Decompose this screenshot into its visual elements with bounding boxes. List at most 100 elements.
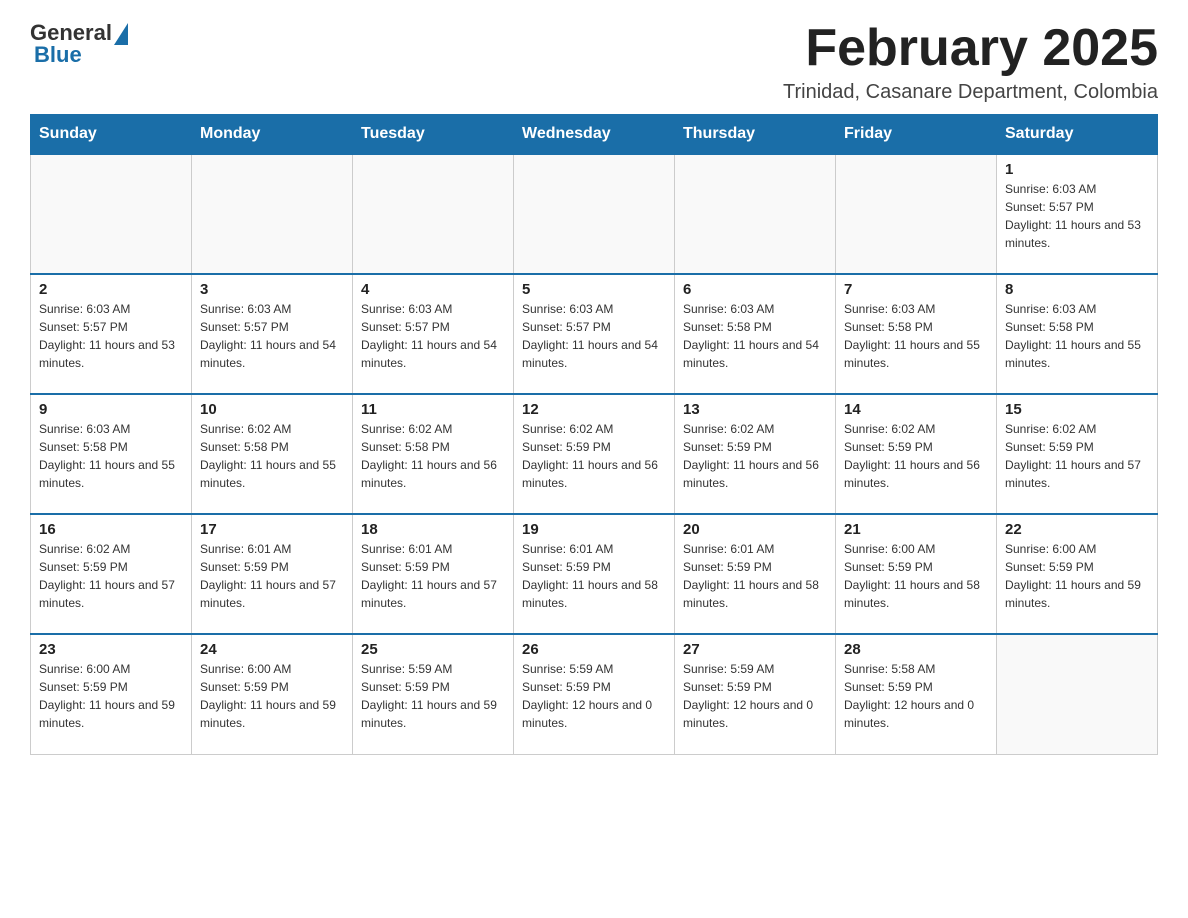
calendar-cell: 16 Sunrise: 6:02 AMSunset: 5:59 PMDayligh… <box>31 514 192 634</box>
day-info: Sunrise: 6:02 AMSunset: 5:59 PMDaylight:… <box>844 420 988 492</box>
day-info: Sunrise: 6:03 AMSunset: 5:58 PMDaylight:… <box>844 300 988 372</box>
calendar-cell: 20Sunrise: 6:01 AMSunset: 5:59 PMDayligh… <box>675 514 836 634</box>
calendar-cell: 6 Sunrise: 6:03 AMSunset: 5:58 PMDaylight… <box>675 274 836 394</box>
day-info: Sunrise: 5:59 AMSunset: 5:59 PMDaylight:… <box>683 660 827 732</box>
calendar-cell <box>31 154 192 274</box>
day-info: Sunrise: 6:00 AMSunset: 5:59 PMDaylight:… <box>200 660 344 732</box>
calendar-cell: 3 Sunrise: 6:03 AMSunset: 5:57 PMDaylight… <box>192 274 353 394</box>
calendar-header: SundayMondayTuesdayWednesdayThursdayFrid… <box>31 115 1158 155</box>
day-info: Sunrise: 6:03 AMSunset: 5:57 PMDaylight:… <box>200 300 344 372</box>
title-section: February 2025 Trinidad, Casanare Departm… <box>783 20 1158 104</box>
day-of-week-monday: Monday <box>192 115 353 155</box>
day-number: 18 <box>361 521 505 538</box>
day-number: 3 <box>200 281 344 298</box>
day-info: Sunrise: 6:00 AMSunset: 5:59 PMDaylight:… <box>39 660 183 732</box>
day-number: 25 <box>361 641 505 658</box>
logo: General Blue <box>30 20 128 68</box>
month-title: February 2025 <box>783 20 1158 77</box>
day-info: Sunrise: 6:02 AMSunset: 5:58 PMDaylight:… <box>361 420 505 492</box>
calendar-cell: 5 Sunrise: 6:03 AMSunset: 5:57 PMDaylight… <box>514 274 675 394</box>
day-number: 7 <box>844 281 988 298</box>
day-info: Sunrise: 6:01 AMSunset: 5:59 PMDaylight:… <box>361 540 505 612</box>
calendar-cell <box>192 154 353 274</box>
day-info: Sunrise: 6:02 AMSunset: 5:59 PMDaylight:… <box>1005 420 1149 492</box>
day-number: 16 <box>39 521 183 538</box>
day-number: 15 <box>1005 401 1149 418</box>
day-number: 22 <box>1005 521 1149 538</box>
calendar-cell: 8 Sunrise: 6:03 AMSunset: 5:58 PMDaylight… <box>997 274 1158 394</box>
day-of-week-saturday: Saturday <box>997 115 1158 155</box>
day-info: Sunrise: 6:00 AMSunset: 5:59 PMDaylight:… <box>844 540 988 612</box>
day-info: Sunrise: 5:59 AMSunset: 5:59 PMDaylight:… <box>361 660 505 732</box>
calendar-cell: 4 Sunrise: 6:03 AMSunset: 5:57 PMDaylight… <box>353 274 514 394</box>
day-info: Sunrise: 6:03 AMSunset: 5:58 PMDaylight:… <box>1005 300 1149 372</box>
day-of-week-thursday: Thursday <box>675 115 836 155</box>
calendar-cell <box>353 154 514 274</box>
day-info: Sunrise: 6:03 AMSunset: 5:58 PMDaylight:… <box>683 300 827 372</box>
day-info: Sunrise: 6:02 AMSunset: 5:58 PMDaylight:… <box>200 420 344 492</box>
days-of-week-row: SundayMondayTuesdayWednesdayThursdayFrid… <box>31 115 1158 155</box>
day-info: Sunrise: 6:03 AMSunset: 5:57 PMDaylight:… <box>522 300 666 372</box>
day-number: 4 <box>361 281 505 298</box>
calendar-week-2: 2 Sunrise: 6:03 AMSunset: 5:57 PMDaylight… <box>31 274 1158 394</box>
day-number: 19 <box>522 521 666 538</box>
calendar-cell: 27 Sunrise: 5:59 AMSunset: 5:59 PMDayligh… <box>675 634 836 754</box>
calendar-cell: 25 Sunrise: 5:59 AMSunset: 5:59 PMDayligh… <box>353 634 514 754</box>
calendar-cell: 26 Sunrise: 5:59 AMSunset: 5:59 PMDayligh… <box>514 634 675 754</box>
calendar-cell: 13Sunrise: 6:02 AMSunset: 5:59 PMDayligh… <box>675 394 836 514</box>
day-number: 2 <box>39 281 183 298</box>
calendar-cell: 18 Sunrise: 6:01 AMSunset: 5:59 PMDayligh… <box>353 514 514 634</box>
calendar-cell: 10 Sunrise: 6:02 AMSunset: 5:58 PMDayligh… <box>192 394 353 514</box>
day-of-week-wednesday: Wednesday <box>514 115 675 155</box>
location-title: Trinidad, Casanare Department, Colombia <box>783 81 1158 104</box>
calendar-cell: 2 Sunrise: 6:03 AMSunset: 5:57 PMDaylight… <box>31 274 192 394</box>
day-number: 6 <box>683 281 827 298</box>
calendar-cell: 28 Sunrise: 5:58 AMSunset: 5:59 PMDayligh… <box>836 634 997 754</box>
calendar-cell <box>836 154 997 274</box>
calendar-cell: 9 Sunrise: 6:03 AMSunset: 5:58 PMDaylight… <box>31 394 192 514</box>
day-number: 1 <box>1005 161 1149 178</box>
day-number: 8 <box>1005 281 1149 298</box>
calendar-week-4: 16 Sunrise: 6:02 AMSunset: 5:59 PMDayligh… <box>31 514 1158 634</box>
day-info: Sunrise: 6:03 AMSunset: 5:58 PMDaylight:… <box>39 420 183 492</box>
calendar-week-1: 1 Sunrise: 6:03 AMSunset: 5:57 PMDaylight… <box>31 154 1158 274</box>
day-of-week-tuesday: Tuesday <box>353 115 514 155</box>
calendar-cell: 23 Sunrise: 6:00 AMSunset: 5:59 PMDayligh… <box>31 634 192 754</box>
day-info: Sunrise: 6:00 AMSunset: 5:59 PMDaylight:… <box>1005 540 1149 612</box>
day-number: 17 <box>200 521 344 538</box>
day-number: 24 <box>200 641 344 658</box>
day-number: 26 <box>522 641 666 658</box>
day-number: 10 <box>200 401 344 418</box>
calendar-cell: 24 Sunrise: 6:00 AMSunset: 5:59 PMDayligh… <box>192 634 353 754</box>
day-info: Sunrise: 5:58 AMSunset: 5:59 PMDaylight:… <box>844 660 988 732</box>
day-info: Sunrise: 6:02 AMSunset: 5:59 PMDaylight:… <box>39 540 183 612</box>
day-info: Sunrise: 5:59 AMSunset: 5:59 PMDaylight:… <box>522 660 666 732</box>
day-number: 11 <box>361 401 505 418</box>
day-number: 28 <box>844 641 988 658</box>
calendar-week-3: 9 Sunrise: 6:03 AMSunset: 5:58 PMDaylight… <box>31 394 1158 514</box>
calendar-week-5: 23 Sunrise: 6:00 AMSunset: 5:59 PMDayligh… <box>31 634 1158 754</box>
day-info: Sunrise: 6:01 AMSunset: 5:59 PMDaylight:… <box>200 540 344 612</box>
day-number: 23 <box>39 641 183 658</box>
day-info: Sunrise: 6:03 AMSunset: 5:57 PMDaylight:… <box>39 300 183 372</box>
calendar-table: SundayMondayTuesdayWednesdayThursdayFrid… <box>30 114 1158 755</box>
calendar-cell: 15 Sunrise: 6:02 AMSunset: 5:59 PMDayligh… <box>997 394 1158 514</box>
day-number: 13 <box>683 401 827 418</box>
calendar-cell: 14Sunrise: 6:02 AMSunset: 5:59 PMDayligh… <box>836 394 997 514</box>
day-number: 27 <box>683 641 827 658</box>
calendar-cell: 17 Sunrise: 6:01 AMSunset: 5:59 PMDayligh… <box>192 514 353 634</box>
day-info: Sunrise: 6:03 AMSunset: 5:57 PMDaylight:… <box>361 300 505 372</box>
day-of-week-friday: Friday <box>836 115 997 155</box>
logo-triangle-icon <box>114 23 128 45</box>
calendar-cell: 11 Sunrise: 6:02 AMSunset: 5:58 PMDayligh… <box>353 394 514 514</box>
calendar-cell: 7 Sunrise: 6:03 AMSunset: 5:58 PMDaylight… <box>836 274 997 394</box>
calendar-cell <box>997 634 1158 754</box>
day-number: 21 <box>844 521 988 538</box>
day-number: 5 <box>522 281 666 298</box>
calendar-cell: 1 Sunrise: 6:03 AMSunset: 5:57 PMDaylight… <box>997 154 1158 274</box>
day-info: Sunrise: 6:03 AMSunset: 5:57 PMDaylight:… <box>1005 180 1149 252</box>
day-number: 9 <box>39 401 183 418</box>
calendar-cell: 19Sunrise: 6:01 AMSunset: 5:59 PMDayligh… <box>514 514 675 634</box>
logo-blue-text: Blue <box>30 42 82 68</box>
day-number: 20 <box>683 521 827 538</box>
